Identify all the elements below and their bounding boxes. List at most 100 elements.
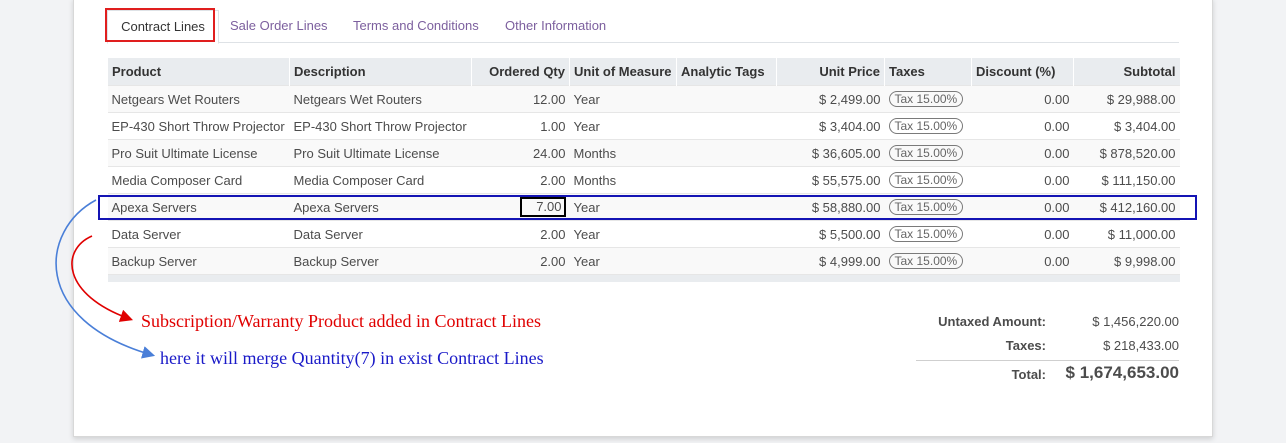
cell-analytic-tags[interactable] — [676, 112, 777, 140]
tax-badge: Tax 15.00% — [888, 226, 964, 242]
table-header-row: Product Description Ordered Qty Unit of … — [107, 58, 1180, 86]
table-row[interactable]: EP-430 Short Throw Projector EP-430 Shor… — [107, 112, 1180, 140]
cell-discount[interactable]: 0.00 — [971, 166, 1074, 194]
cell-discount[interactable]: 0.00 — [971, 193, 1074, 221]
cell-product[interactable]: Data Server — [107, 220, 290, 248]
cell-subtotal: $ 29,988.00 — [1073, 85, 1180, 113]
cell-description[interactable]: Media Composer Card — [289, 166, 472, 194]
cell-taxes[interactable]: Tax 15.00% — [884, 139, 972, 167]
cell-unit-price[interactable]: $ 5,500.00 — [776, 220, 885, 248]
cell-uom[interactable]: Year — [569, 112, 677, 140]
tab-sale-order-lines[interactable]: Sale Order Lines — [230, 10, 328, 42]
contract-lines-table: Product Description Ordered Qty Unit of … — [107, 58, 1180, 282]
table-row[interactable]: Backup Server Backup Server 2.00 Year $ … — [107, 247, 1180, 275]
cell-description[interactable]: Backup Server — [289, 247, 472, 275]
column-header-description[interactable]: Description — [289, 58, 472, 86]
cell-qty[interactable]: 2.00 — [471, 166, 570, 194]
cell-subtotal: $ 878,520.00 — [1073, 139, 1180, 167]
cell-uom[interactable]: Year — [569, 193, 677, 221]
table-row[interactable]: Netgears Wet Routers Netgears Wet Router… — [107, 85, 1180, 113]
table-row[interactable]: Media Composer Card Media Composer Card … — [107, 166, 1180, 194]
cell-product[interactable]: Netgears Wet Routers — [107, 85, 290, 113]
cell-description[interactable]: Apexa Servers — [289, 193, 472, 221]
cell-description[interactable]: EP-430 Short Throw Projector — [289, 112, 472, 140]
cell-taxes[interactable]: Tax 15.00% — [884, 247, 972, 275]
cell-product[interactable]: Media Composer Card — [107, 166, 290, 194]
cell-discount[interactable]: 0.00 — [971, 247, 1074, 275]
cell-analytic-tags[interactable] — [676, 220, 777, 248]
cell-subtotal: $ 11,000.00 — [1073, 220, 1180, 248]
cell-taxes[interactable]: Tax 15.00% — [884, 166, 972, 194]
cell-analytic-tags[interactable] — [676, 247, 777, 275]
tax-badge: Tax 15.00% — [888, 145, 964, 161]
cell-qty[interactable]: 2.00 — [471, 220, 570, 248]
cell-discount[interactable]: 0.00 — [971, 112, 1074, 140]
cell-unit-price[interactable]: $ 2,499.00 — [776, 85, 885, 113]
cell-subtotal: $ 9,998.00 — [1073, 247, 1180, 275]
taxes-label: Taxes: — [1005, 338, 1046, 353]
column-header-ordered-qty[interactable]: Ordered Qty — [471, 58, 570, 86]
untaxed-amount-value: $ 1,456,220.00 — [1092, 314, 1179, 329]
tax-badge: Tax 15.00% — [888, 253, 964, 269]
annotation-blue-note: here it will merge Quantity(7) in exist … — [160, 348, 544, 368]
cell-qty[interactable]: 24.00 — [471, 139, 570, 167]
cell-uom[interactable]: Months — [569, 139, 677, 167]
tab-terms-and-conditions[interactable]: Terms and Conditions — [353, 10, 479, 42]
tax-badge: Tax 15.00% — [888, 199, 964, 215]
qty-highlight-box: 7.00 — [519, 197, 566, 217]
column-header-subtotal[interactable]: Subtotal — [1073, 58, 1180, 86]
cell-taxes[interactable]: Tax 15.00% — [884, 193, 972, 221]
cell-unit-price[interactable]: $ 55,575.00 — [776, 166, 885, 194]
cell-analytic-tags[interactable] — [676, 193, 777, 221]
tab-other-information[interactable]: Other Information — [505, 10, 606, 42]
cell-taxes[interactable]: Tax 15.00% — [884, 220, 972, 248]
cell-qty[interactable]: 7.00 — [471, 193, 570, 221]
column-header-analytic-tags[interactable]: Analytic Tags — [676, 58, 777, 86]
cell-qty[interactable]: 1.00 — [471, 112, 570, 140]
cell-qty[interactable]: 2.00 — [471, 247, 570, 275]
cell-description[interactable]: Pro Suit Ultimate License — [289, 139, 472, 167]
cell-qty[interactable]: 12.00 — [471, 85, 570, 113]
cell-unit-price[interactable]: $ 3,404.00 — [776, 112, 885, 140]
tax-badge: Tax 15.00% — [888, 91, 964, 107]
table-row-highlighted[interactable]: Apexa Servers Apexa Servers 7.00 Year $ … — [107, 193, 1180, 221]
cell-unit-price[interactable]: $ 58,880.00 — [776, 193, 885, 221]
cell-description[interactable]: Data Server — [289, 220, 472, 248]
cell-taxes[interactable]: Tax 15.00% — [884, 112, 972, 140]
cell-uom[interactable]: Year — [569, 85, 677, 113]
column-header-product[interactable]: Product — [107, 58, 290, 86]
tab-highlight-box — [105, 8, 215, 42]
cell-product[interactable]: Pro Suit Ultimate License — [107, 139, 290, 167]
total-label: Total: — [1011, 367, 1046, 382]
cell-uom[interactable]: Months — [569, 166, 677, 194]
total-value: $ 1,674,653.00 — [1065, 363, 1179, 382]
column-header-discount[interactable]: Discount (%) — [971, 58, 1074, 86]
cell-taxes[interactable]: Tax 15.00% — [884, 85, 972, 113]
cell-subtotal: $ 412,160.00 — [1073, 193, 1180, 221]
cell-uom[interactable]: Year — [569, 220, 677, 248]
cell-discount[interactable]: 0.00 — [971, 139, 1074, 167]
taxes-row: Taxes: $ 218,433.00 — [916, 334, 1179, 358]
cell-unit-price[interactable]: $ 4,999.00 — [776, 247, 885, 275]
cell-description[interactable]: Netgears Wet Routers — [289, 85, 472, 113]
cell-subtotal: $ 111,150.00 — [1073, 166, 1180, 194]
taxes-value: $ 218,433.00 — [1103, 338, 1179, 353]
column-header-uom[interactable]: Unit of Measure — [569, 58, 677, 86]
cell-product[interactable]: Backup Server — [107, 247, 290, 275]
cell-discount[interactable]: 0.00 — [971, 220, 1074, 248]
table-row[interactable]: Pro Suit Ultimate License Pro Suit Ultim… — [107, 139, 1180, 167]
cell-product[interactable]: Apexa Servers — [107, 193, 290, 221]
cell-discount[interactable]: 0.00 — [971, 85, 1074, 113]
column-header-taxes[interactable]: Taxes — [884, 58, 972, 86]
table-row[interactable]: Data Server Data Server 2.00 Year $ 5,50… — [107, 220, 1180, 248]
cell-analytic-tags[interactable] — [676, 85, 777, 113]
untaxed-amount-label: Untaxed Amount: — [938, 314, 1046, 329]
cell-product[interactable]: EP-430 Short Throw Projector — [107, 112, 290, 140]
cell-analytic-tags[interactable] — [676, 139, 777, 167]
cell-uom[interactable]: Year — [569, 247, 677, 275]
cell-unit-price[interactable]: $ 36,605.00 — [776, 139, 885, 167]
tax-badge: Tax 15.00% — [888, 118, 964, 134]
column-header-unit-price[interactable]: Unit Price — [776, 58, 885, 86]
untaxed-amount-row: Untaxed Amount: $ 1,456,220.00 — [916, 310, 1179, 334]
cell-analytic-tags[interactable] — [676, 166, 777, 194]
